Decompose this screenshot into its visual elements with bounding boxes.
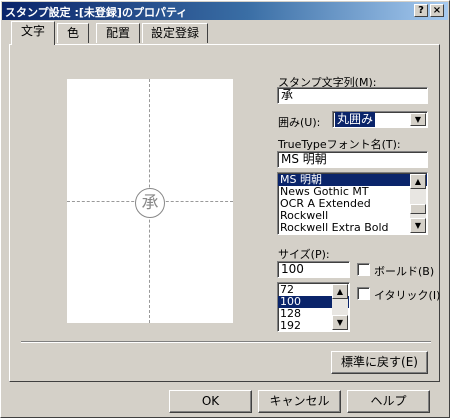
tab-text[interactable]: 文字	[11, 21, 55, 45]
font-list-scrollbar[interactable]: ▲ ▼	[410, 174, 426, 233]
enclosure-selected-value: 丸囲み	[335, 112, 376, 127]
bold-label[interactable]: ボールド(B)	[374, 263, 434, 279]
size-label: サイズ(P):	[278, 248, 330, 261]
font-input[interactable]: MS 明朝	[277, 151, 428, 168]
window-title: スタンプ設定 :[未登録]のプロパティ	[5, 6, 188, 19]
ok-button[interactable]: OK	[169, 390, 252, 413]
tab-save-settings[interactable]: 設定登録	[142, 23, 208, 43]
bold-checkbox[interactable]	[357, 263, 370, 276]
list-item[interactable]: Rockwell Extra Bold	[278, 222, 427, 234]
size-list-scrollbar[interactable]: ▲ ▼	[332, 284, 348, 330]
size-listbox[interactable]: 72 100 128 192 ▲ ▼	[277, 282, 350, 332]
font-label: TrueTypeフォント名(T):	[278, 138, 401, 151]
title-bar[interactable]: スタンプ設定 :[未登録]のプロパティ ? ×	[2, 2, 448, 20]
preview-paper: 承	[67, 79, 233, 323]
enclosure-label: 囲み(U):	[278, 116, 321, 129]
stamp-preview: 承	[135, 188, 165, 218]
close-button[interactable]: ×	[430, 4, 444, 17]
stamp-text-input[interactable]: 承	[277, 87, 428, 104]
scroll-down-icon[interactable]: ▼	[332, 315, 348, 330]
chevron-down-icon[interactable]: ▼	[410, 113, 426, 126]
size-input[interactable]: 100	[277, 261, 350, 278]
properties-dialog: スタンプ設定 :[未登録]のプロパティ ? × 文字 色 配置 設定登録 承 ス…	[0, 0, 450, 418]
tab-color[interactable]: 色	[57, 23, 89, 43]
reset-default-button[interactable]: 標準に戻す(E)	[331, 351, 428, 374]
scroll-up-icon[interactable]: ▲	[332, 284, 348, 299]
font-listbox[interactable]: MS 明朝 News Gothic MT OCR A Extended Rock…	[277, 172, 428, 235]
tab-layout[interactable]: 配置	[96, 23, 140, 43]
separator	[21, 341, 431, 343]
scroll-down-icon[interactable]: ▼	[410, 218, 426, 233]
help-button[interactable]: ヘルプ	[347, 390, 430, 413]
help-title-button[interactable]: ?	[414, 4, 428, 17]
italic-label[interactable]: イタリック(I)	[374, 287, 440, 303]
enclosure-select[interactable]: 丸囲み ▼	[332, 111, 428, 128]
italic-checkbox[interactable]	[357, 287, 370, 300]
cancel-button[interactable]: キャンセル	[258, 390, 341, 413]
scroll-up-icon[interactable]: ▲	[410, 174, 426, 189]
scroll-thumb[interactable]	[410, 204, 426, 214]
